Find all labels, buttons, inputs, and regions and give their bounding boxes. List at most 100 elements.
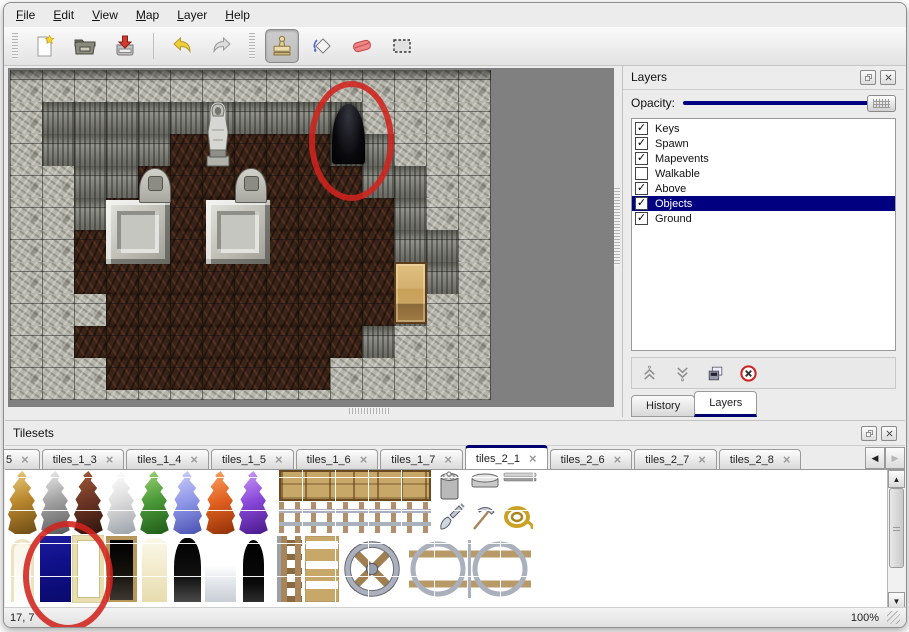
map-tile-light-rock[interactable] xyxy=(10,102,42,134)
map-tile-floor[interactable] xyxy=(266,166,298,198)
open-folder-button[interactable] xyxy=(68,29,102,63)
map-tile-light-rock[interactable] xyxy=(42,198,74,230)
map-canvas[interactable] xyxy=(10,70,491,400)
map-tile-light-rock[interactable] xyxy=(458,326,490,358)
map-tile-floor[interactable] xyxy=(362,198,394,230)
map-tile-floor[interactable] xyxy=(234,294,266,326)
pale-rock-outline-tile[interactable] xyxy=(7,536,38,602)
float-panel-button[interactable] xyxy=(860,70,876,85)
map-tile-dark-cliff[interactable] xyxy=(266,102,298,134)
map-tile-light-rock[interactable] xyxy=(42,294,74,326)
layer-row-spawn[interactable]: ✓Spawn xyxy=(632,136,895,151)
purple-crystal[interactable] xyxy=(238,471,269,534)
map-tile-floor[interactable] xyxy=(298,262,330,294)
map-tile-floor[interactable] xyxy=(234,134,266,166)
map-tile-floor[interactable] xyxy=(298,198,330,230)
map-tile-dark-cliff[interactable] xyxy=(42,102,74,134)
map-tile-floor[interactable] xyxy=(330,198,362,230)
map-tile-floor[interactable] xyxy=(170,134,202,166)
map-tile-floor[interactable] xyxy=(362,230,394,262)
menu-layer[interactable]: Layer xyxy=(177,8,207,22)
map-tile-light-rock[interactable] xyxy=(106,70,138,102)
map-tile-light-rock[interactable] xyxy=(458,198,490,230)
map-tile-floor[interactable] xyxy=(362,294,394,326)
map-tile-floor[interactable] xyxy=(202,166,234,198)
tileset-scrollbar[interactable]: ▲ ▼ xyxy=(887,470,905,610)
dark-brown-crystal[interactable] xyxy=(73,471,104,534)
map-tile-floor[interactable] xyxy=(170,166,202,198)
map-tile-light-rock[interactable] xyxy=(458,70,490,102)
close-tab-icon[interactable]: × xyxy=(275,455,283,465)
layer-row-keys[interactable]: ✓Keys xyxy=(632,121,895,136)
opacity-slider[interactable] xyxy=(683,95,896,111)
horizontal-splitter[interactable] xyxy=(349,408,389,414)
wheel-crossing-tile[interactable] xyxy=(341,538,403,600)
map-tile-floor[interactable] xyxy=(298,230,330,262)
tileset-tab-tiles_1_4[interactable]: tiles_1_4× xyxy=(126,449,209,469)
barrel-tile[interactable] xyxy=(433,470,466,501)
map-tile-light-rock[interactable] xyxy=(42,326,74,358)
undo-button[interactable] xyxy=(165,29,199,63)
map-tile-light-rock[interactable] xyxy=(42,230,74,262)
map-tile-light-rock[interactable] xyxy=(170,70,202,102)
close-panel-button[interactable] xyxy=(880,70,896,85)
map-tile-light-rock[interactable] xyxy=(362,102,394,134)
map-tile-light-rock[interactable] xyxy=(458,262,490,294)
map-tile-light-rock[interactable] xyxy=(362,390,394,400)
map-tile-floor[interactable] xyxy=(330,230,362,262)
map-tile-light-rock[interactable] xyxy=(458,390,490,400)
map-tile-floor[interactable] xyxy=(138,294,170,326)
layer-visibility-checkbox[interactable]: ✓ xyxy=(635,197,648,210)
blue-crystal[interactable] xyxy=(172,471,203,534)
layer-visibility-checkbox[interactable]: ✓ xyxy=(635,212,648,225)
map-tile-floor[interactable] xyxy=(330,166,362,198)
map-tile-dark-cliff[interactable] xyxy=(74,134,106,166)
map-tile-dark-cliff[interactable] xyxy=(362,134,394,166)
layer-row-above[interactable]: ✓Above xyxy=(632,181,895,196)
layer-row-mapevents[interactable]: ✓Mapevents xyxy=(632,151,895,166)
platform-object[interactable] xyxy=(106,200,170,264)
tombstone-object[interactable] xyxy=(235,168,267,203)
map-tile-light-rock[interactable] xyxy=(394,326,426,358)
map-tile-floor[interactable] xyxy=(330,262,362,294)
opacity-slider-handle[interactable] xyxy=(867,95,896,112)
map-tile-light-rock[interactable] xyxy=(362,70,394,102)
map-tile-light-rock[interactable] xyxy=(458,134,490,166)
map-tile-floor[interactable] xyxy=(298,166,330,198)
map-tile-light-rock[interactable] xyxy=(394,390,426,400)
map-tile-light-rock[interactable] xyxy=(426,134,458,166)
map-tile-light-rock[interactable] xyxy=(42,358,74,390)
map-tile-dark-cliff[interactable] xyxy=(426,230,458,262)
wood-platform-tile[interactable] xyxy=(279,470,431,501)
close-tab-icon[interactable]: × xyxy=(360,455,368,465)
map-tile-floor[interactable] xyxy=(330,326,362,358)
map-tile-light-rock[interactable] xyxy=(10,134,42,166)
map-tile-light-rock[interactable] xyxy=(298,70,330,102)
tileset-tab-tiles_2_7[interactable]: tiles_2_7× xyxy=(634,449,717,469)
map-tile-light-rock[interactable] xyxy=(10,262,42,294)
close-tab-icon[interactable]: × xyxy=(698,455,706,465)
map-tile-dark-cliff[interactable] xyxy=(426,262,458,294)
map-tile-light-rock[interactable] xyxy=(458,102,490,134)
map-tile-dark-cliff[interactable] xyxy=(74,166,106,198)
map-tile-light-rock[interactable] xyxy=(10,358,42,390)
map-tile-light-rock[interactable] xyxy=(458,294,490,326)
map-tile-dark-cliff[interactable] xyxy=(362,166,394,198)
tileset-tab-tiles_1_3[interactable]: tiles_1_3× xyxy=(42,449,125,469)
posts-grid-tile[interactable] xyxy=(277,536,303,602)
map-tile-floor[interactable] xyxy=(170,230,202,262)
map-tile-light-rock[interactable] xyxy=(426,294,458,326)
map-tile-light-rock[interactable] xyxy=(234,70,266,102)
map-tile-light-rock[interactable] xyxy=(458,230,490,262)
map-tile-dark-cliff[interactable] xyxy=(394,198,426,230)
map-tile-dark-cliff[interactable] xyxy=(298,102,330,134)
map-tile-light-rock[interactable] xyxy=(234,390,266,400)
dock-tab-history[interactable]: History xyxy=(631,395,695,417)
map-tile-light-rock[interactable] xyxy=(106,390,138,400)
cabinet-object[interactable] xyxy=(394,262,427,324)
scroll-tabs-right-button[interactable]: ▶ xyxy=(885,447,905,469)
opacity-slider-track[interactable] xyxy=(683,101,896,105)
map-tile-light-rock[interactable] xyxy=(74,390,106,400)
map-tile-floor[interactable] xyxy=(106,326,138,358)
selected-dark-tile[interactable] xyxy=(40,536,71,602)
